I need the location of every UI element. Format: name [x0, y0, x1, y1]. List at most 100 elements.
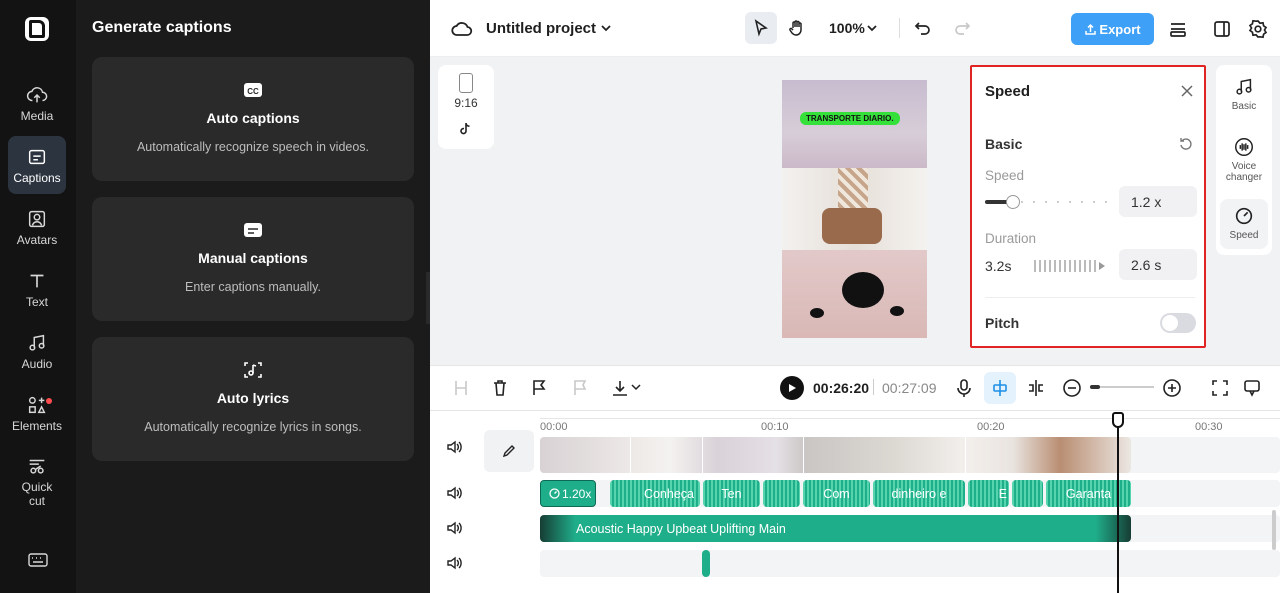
- timeline-zoom-slider[interactable]: [1090, 385, 1154, 389]
- layers-icon[interactable]: [1168, 19, 1188, 39]
- settings-gear-icon[interactable]: [1248, 19, 1268, 39]
- pitch-toggle[interactable]: [1160, 313, 1196, 333]
- select-tool-button[interactable]: [745, 12, 777, 44]
- toggle-knob: [1162, 315, 1178, 331]
- preview-frame-2: [782, 168, 927, 250]
- export-button[interactable]: Export: [1071, 13, 1154, 45]
- phone-icon: [459, 73, 473, 93]
- volume-icon[interactable]: [446, 440, 462, 454]
- play-button[interactable]: [780, 376, 804, 400]
- playhead-handle[interactable]: [1112, 412, 1124, 428]
- keyboard-icon[interactable]: [28, 552, 48, 568]
- rail-item-elements[interactable]: Elements: [8, 384, 66, 442]
- duration-value-field[interactable]: 2.6 s: [1119, 249, 1197, 280]
- rail-item-text[interactable]: Text: [8, 260, 66, 318]
- caption-clip[interactable]: E: [968, 480, 1009, 507]
- microphone-icon[interactable]: [954, 378, 974, 398]
- auto-captions-card[interactable]: CC Auto captions Automatically recognize…: [92, 57, 414, 181]
- download-icon[interactable]: [610, 378, 630, 398]
- card-title: Auto captions: [206, 110, 300, 126]
- ruler-mark: 00:10: [761, 421, 789, 433]
- delete-icon[interactable]: [490, 378, 510, 398]
- rail-item-audio[interactable]: Audio: [8, 322, 66, 380]
- zoom-in-icon[interactable]: [1162, 378, 1182, 398]
- audio-clip[interactable]: Acoustic Happy Upbeat Uplifting Main: [540, 515, 1131, 542]
- cloud-sync-icon[interactable]: [451, 19, 473, 39]
- tool-speed[interactable]: Speed: [1220, 199, 1268, 249]
- card-desc: Enter captions manually.: [185, 280, 321, 294]
- chevron-down-icon[interactable]: [631, 383, 641, 391]
- rail-item-media[interactable]: Media: [8, 74, 66, 132]
- slider-knob[interactable]: [1006, 195, 1021, 209]
- elements-icon: [28, 396, 46, 413]
- caption-clip[interactable]: Ten: [703, 480, 760, 507]
- tool-voice-changer[interactable]: Voice changer: [1216, 136, 1272, 183]
- caption-clip[interactable]: Conheça: [610, 480, 700, 507]
- cloud-upload-icon: [26, 86, 48, 102]
- speed-slider[interactable]: [985, 195, 1107, 209]
- hand-tool-button[interactable]: [783, 12, 811, 44]
- sfx-clip[interactable]: [702, 550, 710, 577]
- comment-icon[interactable]: [1242, 378, 1262, 398]
- app-logo[interactable]: [25, 17, 49, 41]
- speed-badge: 1.20x: [562, 486, 592, 501]
- zoom-out-icon[interactable]: [1062, 378, 1082, 398]
- frame-sep: [965, 437, 966, 473]
- volume-icon[interactable]: [446, 521, 462, 535]
- edit-cover-button[interactable]: [484, 430, 534, 472]
- svg-text:CC: CC: [247, 87, 259, 96]
- reset-icon[interactable]: [1179, 137, 1193, 151]
- volume-icon[interactable]: [446, 556, 462, 570]
- speed-section-title: Basic: [985, 136, 1023, 152]
- zoom-chevron-icon[interactable]: [866, 23, 878, 33]
- export-label: Export: [1099, 21, 1141, 37]
- speed-value-field[interactable]: 1.2 x: [1119, 186, 1197, 217]
- speedometer-icon: [1235, 207, 1253, 225]
- small-cat-shape: [810, 308, 824, 318]
- split-view-icon[interactable]: [1212, 19, 1232, 39]
- rail-item-captions[interactable]: Captions: [8, 136, 66, 194]
- auto-snap-button[interactable]: [984, 372, 1016, 404]
- vertical-scrollbar[interactable]: [1272, 510, 1276, 550]
- export-icon: [1085, 23, 1097, 35]
- video-clip[interactable]: [540, 437, 1131, 473]
- redo-icon[interactable]: [953, 19, 971, 37]
- playhead[interactable]: [1117, 420, 1119, 593]
- quick-cut-icon: [29, 459, 45, 474]
- tiktok-icon: [460, 122, 470, 135]
- undo-icon[interactable]: [914, 19, 932, 37]
- duration-label: Duration: [985, 231, 1037, 246]
- aspect-ratio-card[interactable]: 9:16: [438, 65, 494, 149]
- card-desc: Automatically recognize lyrics in songs.: [144, 420, 362, 434]
- caption-clip[interactable]: [1012, 480, 1043, 507]
- speed-clip[interactable]: 1.20x: [540, 480, 596, 507]
- pitch-label: Pitch: [985, 315, 1020, 331]
- manual-captions-card[interactable]: Manual captions Enter captions manually.: [92, 197, 414, 321]
- total-time: 00:27:09: [882, 380, 937, 396]
- cc-icon: CC: [244, 83, 262, 97]
- tool-label: Voice changer: [1225, 161, 1263, 183]
- preview-caption-tag: TRANSPORTE DIARIO.: [800, 112, 900, 125]
- fullscreen-icon[interactable]: [1210, 378, 1230, 398]
- flag-icon[interactable]: [571, 378, 591, 398]
- project-name[interactable]: Untitled project: [486, 20, 596, 37]
- frame-sep: [630, 437, 631, 473]
- rail-item-avatars[interactable]: Avatars: [8, 198, 66, 256]
- tool-basic[interactable]: Basic: [1216, 76, 1272, 112]
- text-icon: [30, 274, 44, 287]
- close-icon[interactable]: [1180, 84, 1194, 98]
- auto-lyrics-card[interactable]: Auto lyrics Automatically recognize lyri…: [92, 337, 414, 461]
- caption-clip[interactable]: [763, 480, 800, 507]
- rail-label-text: Text: [25, 294, 48, 309]
- caption-tool-icon[interactable]: [530, 378, 550, 398]
- caption-clip[interactable]: Com: [803, 480, 870, 507]
- rail-item-quick-cut[interactable]: Quick cut: [8, 448, 66, 514]
- video-preview[interactable]: TRANSPORTE DIARIO.: [782, 80, 927, 338]
- caption-clip[interactable]: dinheiro e: [873, 480, 965, 507]
- split-clip-icon[interactable]: [1026, 378, 1046, 398]
- split-icon[interactable]: [451, 378, 471, 398]
- zoom-level[interactable]: 100%: [829, 20, 865, 36]
- chevron-down-icon[interactable]: [600, 23, 612, 33]
- speed-badge-icon: [549, 488, 560, 499]
- volume-icon[interactable]: [446, 486, 462, 500]
